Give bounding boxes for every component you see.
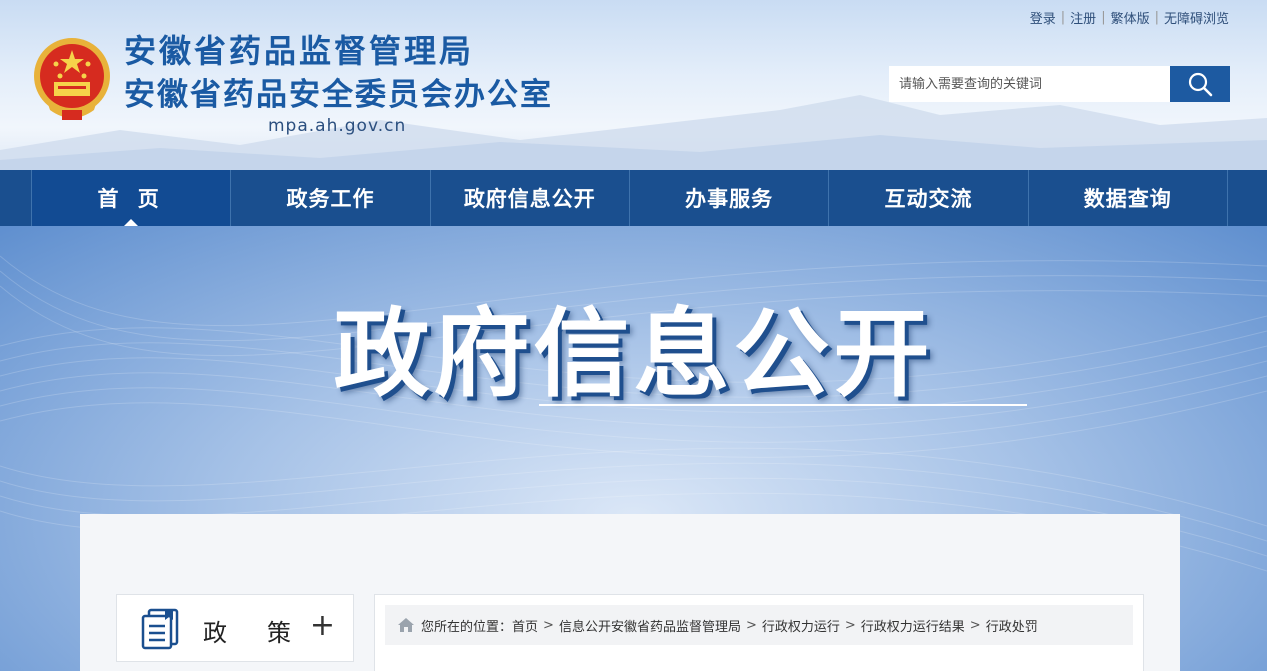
banner-underline [539, 404, 1027, 406]
banner-title: 政府信息公开 [333, 298, 934, 410]
traditional-chinese-link[interactable]: 繁体版 [1111, 8, 1150, 27]
nav-item-services[interactable]: 办事服务 [630, 170, 830, 226]
site-name-primary: 安徽省药品监督管理局 [124, 32, 475, 70]
search-button[interactable] [1170, 66, 1230, 102]
search-input[interactable] [889, 66, 1170, 102]
site-domain: mpa.ah.gov.cn [268, 116, 407, 136]
divider: | [1154, 10, 1159, 25]
breadcrumb: 您所在的位置： 首页 > 信息公开安徽省药品监督管理局 > 行政权力运行 > 行… [385, 605, 1133, 645]
national-emblem-icon [34, 38, 110, 120]
document-icon [141, 608, 179, 650]
site-name-secondary: 安徽省药品安全委员会办公室 [124, 77, 553, 113]
accessibility-link[interactable]: 无障碍浏览 [1164, 8, 1229, 27]
content-area: 政策 + 您所在的位置： 首页 > 信息公开安徽省药品监督管理局 > 行政权力运… [80, 514, 1180, 671]
breadcrumb-separator: > [969, 617, 981, 633]
main-panel: 您所在的位置： 首页 > 信息公开安徽省药品监督管理局 > 行政权力运行 > 行… [374, 594, 1144, 671]
breadcrumb-admin-power[interactable]: 行政权力运行 [762, 616, 840, 635]
breadcrumb-admin-penalty[interactable]: 行政处罚 [986, 616, 1038, 635]
nav-item-government-affairs[interactable]: 政务工作 [231, 170, 431, 226]
sidebar-policy-toggle[interactable]: 政策 + [116, 594, 354, 662]
divider: | [1060, 10, 1066, 25]
nav-item-information-disclosure[interactable]: 政府信息公开 [431, 170, 630, 226]
breadcrumb-admin-power-results[interactable]: 行政权力运行结果 [861, 616, 965, 635]
register-link[interactable]: 注册 [1070, 8, 1096, 27]
breadcrumb-prefix: 您所在的位置： [421, 619, 513, 635]
top-links: 登录 | 注册 | 繁体版 | 无障碍浏览 [1030, 8, 1229, 27]
breadcrumb-separator: > [543, 617, 554, 633]
breadcrumb-info-disclosure[interactable]: 信息公开安徽省药品监督管理局 [559, 616, 741, 635]
nav-item-data-query[interactable]: 数据查询 [1029, 170, 1228, 226]
nav-item-home[interactable]: 首 页 [31, 170, 232, 226]
home-icon [397, 617, 415, 633]
search-bar [889, 66, 1230, 102]
main-nav: 首 页 政务工作 政府信息公开 办事服务 互动交流 数据查询 [0, 170, 1267, 226]
breadcrumb-home[interactable]: 首页 [512, 616, 538, 635]
nav-item-interaction[interactable]: 互动交流 [829, 170, 1029, 226]
site-header: 安徽省药品监督管理局 安徽省药品安全委员会办公室 mpa.ah.gov.cn 登… [0, 0, 1267, 170]
search-icon [1188, 72, 1213, 97]
divider: | [1101, 10, 1106, 25]
expand-icon: + [309, 608, 335, 643]
breadcrumb-separator: > [844, 617, 856, 633]
login-link[interactable]: 登录 [1030, 8, 1056, 27]
breadcrumb-separator: > [745, 617, 757, 633]
